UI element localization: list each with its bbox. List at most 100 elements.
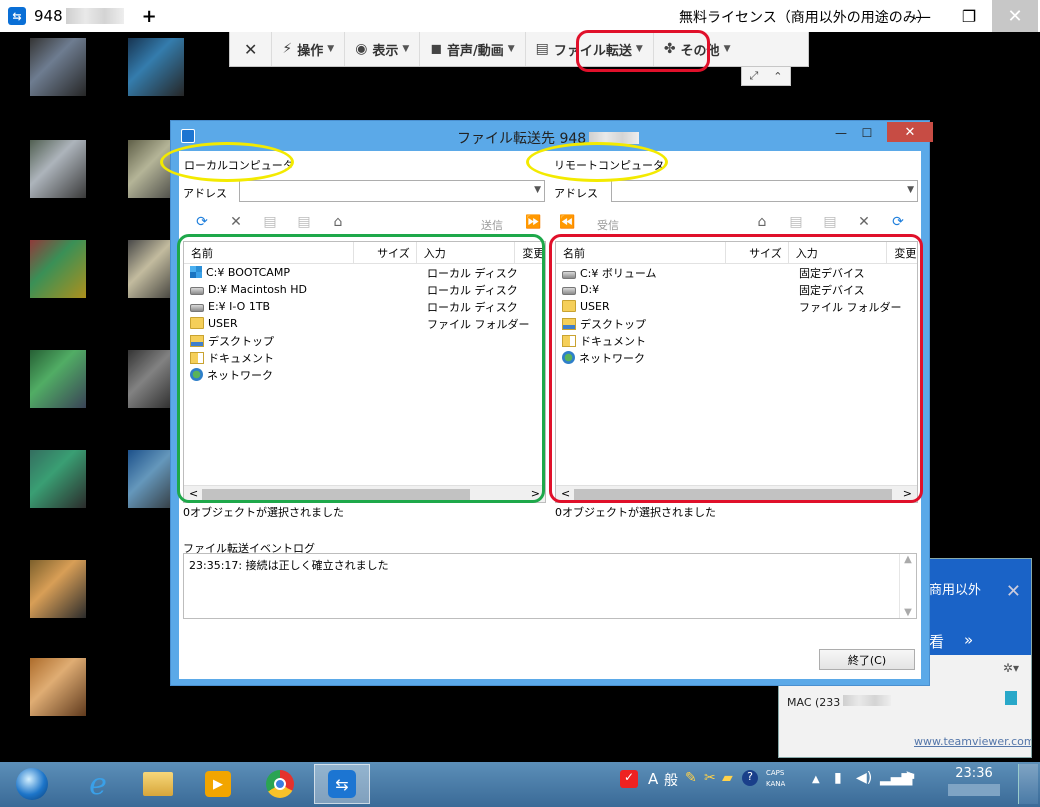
ime-pad-icon[interactable]: ▰ [722,770,733,786]
clock[interactable]: 23:36 [952,766,996,781]
action-center-icon[interactable]: ⚑ [904,770,917,786]
desktop-icon[interactable] [30,240,86,298]
chrome-icon [266,770,294,798]
session-id-redaction [65,8,124,24]
send-arrow-icon[interactable]: ⏩ [525,215,541,230]
gear-icon[interactable]: ✲▾ [1003,661,1019,675]
chevron-down-icon: ▼ [402,44,410,54]
parent-folder-icon[interactable]: ▤ [287,214,321,230]
actions-menu-label: 操作 [297,43,324,59]
taskbar-explorer[interactable] [130,764,186,804]
local-address-field[interactable]: ▼ [239,180,545,202]
panel-expand-icon[interactable]: » [964,631,973,649]
ime-dictionary-icon[interactable]: ✎ [685,770,697,786]
desktop-icon[interactable] [30,38,86,96]
windows-logo-icon [16,768,48,800]
restore-button[interactable]: ❐ [946,0,992,32]
panel-close-icon[interactable]: ✕ [1006,581,1021,602]
log-scrollbar[interactable]: ▲ ▼ [899,554,916,618]
close-connection-button[interactable]: ✕ [230,32,273,66]
session-tab[interactable]: 948 [34,7,124,25]
date-redaction [948,784,1000,796]
desktop-icon[interactable] [30,560,86,618]
windows-taskbar: e ▶ ⇆ ✓ A 般 ✎ ✂ ▰ ? CAPS KANA ▲ ▮ ◀) ▂▄▆… [0,762,1040,807]
teamviewer-link[interactable]: www.teamviewer.com [914,735,1031,748]
teamviewer-logo-icon: ⇆ [8,7,26,25]
highlight-local-list [177,234,545,503]
bolt-icon: ⚡ [282,41,293,57]
add-tab-button[interactable]: + [142,6,157,27]
taskbar-chrome[interactable] [252,764,308,804]
chevron-down-icon[interactable]: ▼ [534,185,541,195]
internet-explorer-icon: e [89,766,107,802]
delete-icon[interactable]: ✕ [847,214,881,230]
highlight-remote-list [549,234,923,503]
desktop-icon[interactable] [30,350,86,408]
receive-arrow-icon[interactable]: ⏪ [559,215,575,230]
new-folder-icon[interactable]: ▤ [813,214,847,230]
file-transfer-close-button[interactable]: ✕ [887,122,933,142]
remote-address-field[interactable]: ▼ [611,180,918,202]
send-label: 送信 [481,219,503,232]
remote-selection-status: 0オブジェクトが選択されました [555,506,716,519]
home-icon[interactable]: ⌂ [321,214,355,230]
delete-icon[interactable]: ✕ [219,214,253,230]
maximize-button[interactable]: ☐ [853,124,881,142]
refresh-icon[interactable]: ⟳ [881,214,915,230]
chevron-down-icon: ▼ [723,44,731,54]
partner-name: MAC (233 [787,695,892,709]
chevron-down-icon: ▼ [327,44,335,54]
antivirus-icon[interactable]: ✓ [620,770,638,788]
highlight-file-transfer [576,30,710,72]
window-close-button[interactable]: ✕ [992,0,1038,32]
file-transfer-icon: ▤ [535,41,549,57]
local-toolbar: ⟳ ✕ ▤ ▤ ⌂ [185,214,355,230]
panel-view-icon[interactable]: 看 [929,631,944,652]
new-folder-icon[interactable]: ▤ [253,214,287,230]
show-desktop-button[interactable] [1018,764,1038,804]
taskbar-ie[interactable]: e [70,764,126,804]
close-button[interactable]: 終了(C) [819,649,915,670]
remote-toolbar: ⌂ ▤ ▤ ✕ ⟳ [745,214,915,230]
ime-alpha[interactable]: A [648,770,658,788]
audio-video-menu[interactable]: ◼ 音声/動画 ▼ [420,32,526,66]
parent-folder-icon[interactable]: ▤ [779,214,813,230]
collapse-toolbar-icon[interactable]: ⌃ [773,70,782,83]
highlight-local-label [160,142,294,182]
license-text: 無料ライセンス（商用以外の用途のみ） [679,10,931,26]
teamviewer-icon [181,129,195,143]
local-selection-status: 0オブジェクトが選択されました [183,506,344,519]
taskbar-media[interactable]: ▶ [190,764,246,804]
home-icon[interactable]: ⌂ [745,214,779,230]
cursor-icon [1005,691,1017,705]
power-icon[interactable]: ▮ [834,770,842,786]
refresh-icon[interactable]: ⟳ [185,214,219,230]
actions-menu[interactable]: ⚡ 操作 ▼ [272,32,346,66]
remote-control-toolbar: ✕ ⚡ 操作 ▼ ◉ 表示 ▼ ◼ 音声/動画 ▼ ▤ ファイル転送 ▼ ✤ そ… [229,32,809,67]
show-hidden-icons[interactable]: ▲ [812,774,820,785]
volume-icon[interactable]: ◀) [856,770,872,786]
ime-tools-icon[interactable]: ✂ [704,770,716,786]
toolbar-subcontrols: ⤢ ⌃ [741,67,791,86]
ime-mode[interactable]: 般 [664,770,678,790]
audio-video-menu-label: 音声/動画 [446,43,504,59]
start-button[interactable] [4,764,60,804]
minimize-button[interactable]: — [900,0,946,32]
log-entry: 23:35:17: 接続は正しく確立されました [189,559,389,572]
view-menu-label: 表示 [372,43,399,59]
desktop-icon[interactable] [128,38,184,96]
help-icon[interactable]: ? [742,770,758,786]
fullscreen-icon[interactable]: ⤢ [749,69,758,83]
remote-address-label: アドレス [554,187,598,200]
desktop-icon[interactable] [30,140,86,198]
minimize-button[interactable]: — [827,124,855,142]
chevron-down-icon[interactable]: ▼ [907,185,914,195]
teamviewer-icon: ⇆ [328,770,356,798]
highlight-remote-label [526,142,668,182]
desktop-icon[interactable] [30,450,86,508]
session-title-bar: ⇆ 948 + 無料ライセンス（商用以外の用途のみ） — ❐ ✕ [0,0,1040,32]
taskbar-teamviewer[interactable]: ⇆ [314,764,370,804]
view-menu[interactable]: ◉ 表示 ▼ [345,32,421,66]
desktop-icon[interactable] [30,658,86,716]
event-log[interactable]: 23:35:17: 接続は正しく確立されました ▲ ▼ [183,553,917,619]
